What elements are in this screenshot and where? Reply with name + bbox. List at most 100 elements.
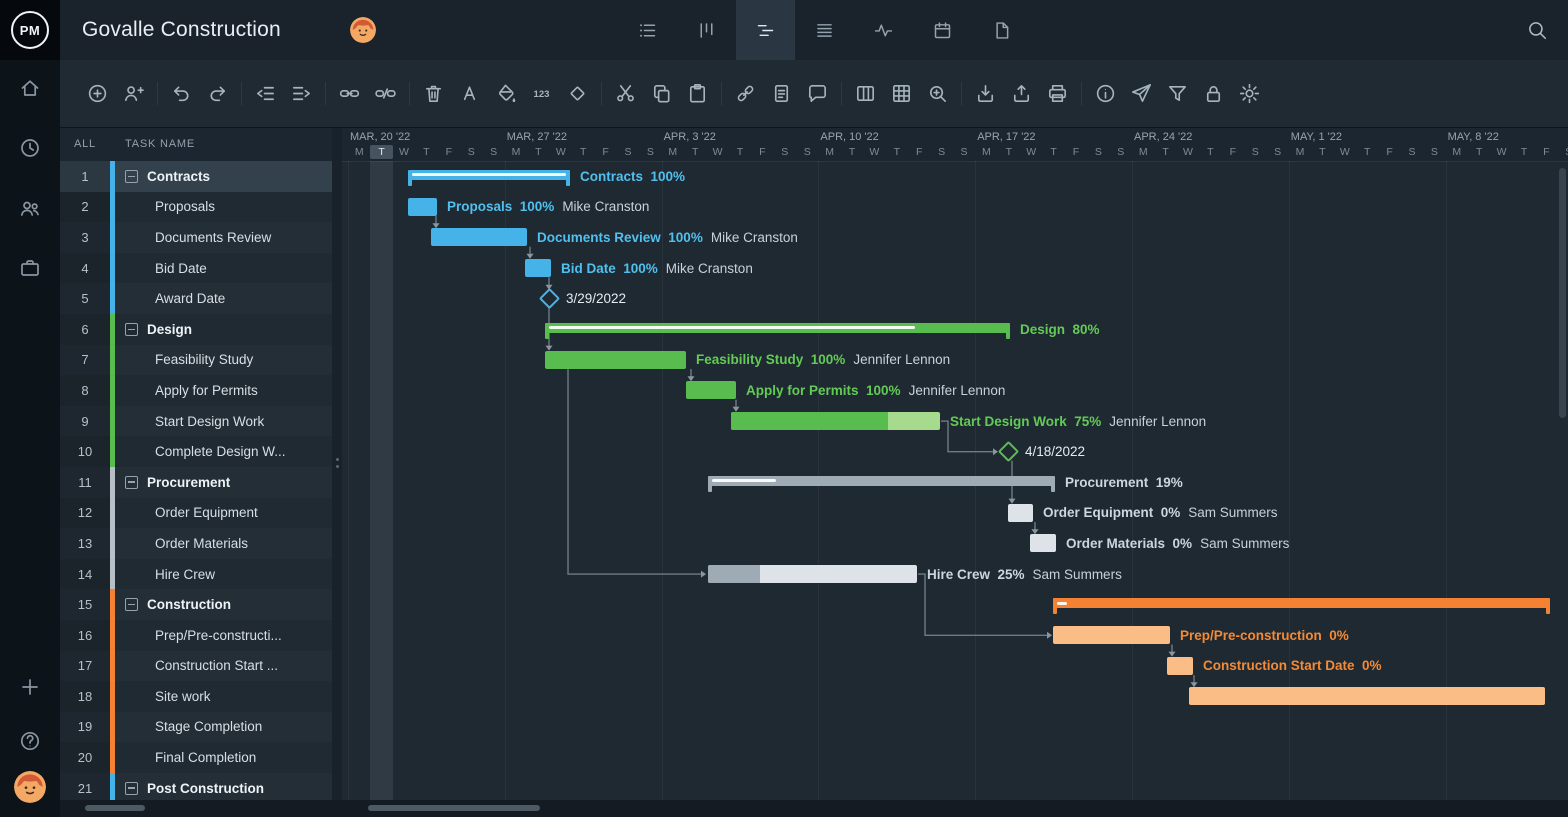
gantt-bar-construction-start[interactable] bbox=[1167, 657, 1193, 675]
nav-portfolio-button[interactable] bbox=[18, 256, 42, 280]
redo-button[interactable] bbox=[206, 82, 229, 105]
task-name[interactable]: Order Equipment bbox=[115, 498, 332, 529]
nav-my-work-button[interactable] bbox=[18, 136, 42, 160]
task-row-17[interactable]: 17Construction Start ... bbox=[60, 651, 332, 682]
task-name[interactable]: Apply for Permits bbox=[115, 375, 332, 406]
task-name[interactable]: Award Date bbox=[115, 283, 332, 314]
filter-button[interactable] bbox=[1166, 82, 1189, 105]
gantt-summary-bar-contracts[interactable] bbox=[408, 170, 570, 180]
task-name[interactable]: Order Materials bbox=[115, 528, 332, 559]
tab-calendar-view[interactable] bbox=[913, 0, 972, 60]
gantt-bar-documents-review[interactable] bbox=[431, 228, 527, 246]
task-row-12[interactable]: 12Order Equipment bbox=[60, 498, 332, 529]
gantt-summary-bar-design[interactable] bbox=[545, 323, 1010, 333]
unlink-tasks-button[interactable] bbox=[374, 82, 397, 105]
number-format-button[interactable]: 123 bbox=[530, 82, 553, 105]
lock-button[interactable] bbox=[1202, 82, 1225, 105]
collapse-toggle[interactable] bbox=[125, 782, 138, 795]
gantt-bar-order-materials[interactable] bbox=[1030, 534, 1056, 552]
fill-color-button[interactable] bbox=[494, 82, 517, 105]
task-name[interactable]: Stage Completion bbox=[115, 712, 332, 743]
task-row-18[interactable]: 18Site work bbox=[60, 681, 332, 712]
tab-list-view[interactable] bbox=[618, 0, 677, 60]
gantt-bar-site-work[interactable] bbox=[1189, 687, 1545, 705]
gantt-bar-prep[interactable] bbox=[1053, 626, 1170, 644]
table-scroll-thumb[interactable] bbox=[85, 805, 145, 811]
gantt-bar-feasibility[interactable] bbox=[545, 351, 686, 369]
task-row-2[interactable]: 2Proposals bbox=[60, 192, 332, 223]
gantt-bar-proposals[interactable] bbox=[408, 198, 437, 216]
task-name[interactable]: Design bbox=[115, 314, 332, 345]
info-button[interactable] bbox=[1094, 82, 1117, 105]
share-button[interactable] bbox=[1130, 82, 1153, 105]
gantt-bar-order-equipment[interactable] bbox=[1008, 504, 1033, 522]
task-name[interactable]: Complete Design W... bbox=[115, 436, 332, 467]
settings-button[interactable] bbox=[1238, 82, 1261, 105]
task-row-19[interactable]: 19Stage Completion bbox=[60, 712, 332, 743]
task-row-4[interactable]: 4Bid Date bbox=[60, 253, 332, 284]
task-row-14[interactable]: 14Hire Crew bbox=[60, 559, 332, 590]
assign-user-button[interactable] bbox=[122, 82, 145, 105]
task-row-16[interactable]: 16Prep/Pre-constructi... bbox=[60, 620, 332, 651]
task-name[interactable]: Prep/Pre-constructi... bbox=[115, 620, 332, 651]
gantt-bar-apply-permits[interactable] bbox=[686, 381, 736, 399]
project-owner-avatar[interactable] bbox=[350, 17, 376, 43]
task-row-6[interactable]: 6Design bbox=[60, 314, 332, 345]
gantt-scroll-thumb[interactable] bbox=[368, 805, 540, 811]
column-header-all[interactable]: ALL bbox=[60, 128, 110, 161]
nav-team-button[interactable] bbox=[18, 196, 42, 220]
tab-sheet-view[interactable] bbox=[795, 0, 854, 60]
task-name[interactable]: Documents Review bbox=[115, 222, 332, 253]
task-name[interactable]: Contracts bbox=[115, 161, 332, 192]
nav-add-button[interactable] bbox=[18, 675, 42, 699]
zoom-button[interactable] bbox=[926, 82, 949, 105]
task-name[interactable]: Construction Start ... bbox=[115, 651, 332, 682]
task-name[interactable]: Construction bbox=[115, 589, 332, 620]
gantt-bar-bid-date[interactable] bbox=[525, 259, 551, 277]
nav-help-button[interactable] bbox=[18, 729, 42, 753]
task-row-11[interactable]: 11Procurement bbox=[60, 467, 332, 498]
export-button[interactable] bbox=[1010, 82, 1033, 105]
comment-button[interactable] bbox=[806, 82, 829, 105]
add-milestone-button[interactable] bbox=[566, 82, 589, 105]
task-row-15[interactable]: 15Construction bbox=[60, 589, 332, 620]
gantt-bar-hire-crew[interactable] bbox=[708, 565, 917, 583]
undo-button[interactable] bbox=[170, 82, 193, 105]
indent-button[interactable] bbox=[290, 82, 313, 105]
search-button[interactable] bbox=[1526, 19, 1548, 41]
task-row-1[interactable]: 1Contracts bbox=[60, 161, 332, 192]
gantt-summary-bar-construction[interactable] bbox=[1053, 598, 1550, 608]
task-row-10[interactable]: 10Complete Design W... bbox=[60, 436, 332, 467]
print-button[interactable] bbox=[1046, 82, 1069, 105]
collapse-toggle[interactable] bbox=[125, 170, 138, 183]
link-tasks-button[interactable] bbox=[338, 82, 361, 105]
column-header-task-name[interactable]: TASK NAME bbox=[115, 128, 195, 161]
cut-button[interactable] bbox=[614, 82, 637, 105]
paste-button[interactable] bbox=[686, 82, 709, 105]
columns-button[interactable] bbox=[854, 82, 877, 105]
task-name[interactable]: Feasibility Study bbox=[115, 345, 332, 376]
task-name[interactable]: Post Construction bbox=[115, 773, 332, 800]
attach-link-button[interactable] bbox=[734, 82, 757, 105]
task-row-21[interactable]: 21Post Construction bbox=[60, 773, 332, 800]
collapse-toggle[interactable] bbox=[125, 476, 138, 489]
tab-gantt-view[interactable] bbox=[736, 0, 795, 60]
task-name[interactable]: Site work bbox=[115, 681, 332, 712]
task-name[interactable]: Final Completion bbox=[115, 742, 332, 773]
task-name[interactable]: Procurement bbox=[115, 467, 332, 498]
add-task-button[interactable] bbox=[86, 82, 109, 105]
task-row-9[interactable]: 9Start Design Work bbox=[60, 406, 332, 437]
task-row-7[interactable]: 7Feasibility Study bbox=[60, 345, 332, 376]
task-row-5[interactable]: 5Award Date bbox=[60, 283, 332, 314]
tab-docs-view[interactable] bbox=[972, 0, 1031, 60]
delete-button[interactable] bbox=[422, 82, 445, 105]
notes-button[interactable] bbox=[770, 82, 793, 105]
task-name[interactable]: Start Design Work bbox=[115, 406, 332, 437]
nav-home-button[interactable] bbox=[18, 76, 42, 100]
tab-board-view[interactable] bbox=[677, 0, 736, 60]
gantt-bar-start-design[interactable] bbox=[731, 412, 940, 430]
collapse-toggle[interactable] bbox=[125, 598, 138, 611]
task-row-3[interactable]: 3Documents Review bbox=[60, 222, 332, 253]
task-name[interactable]: Bid Date bbox=[115, 253, 332, 284]
collapse-toggle[interactable] bbox=[125, 323, 138, 336]
